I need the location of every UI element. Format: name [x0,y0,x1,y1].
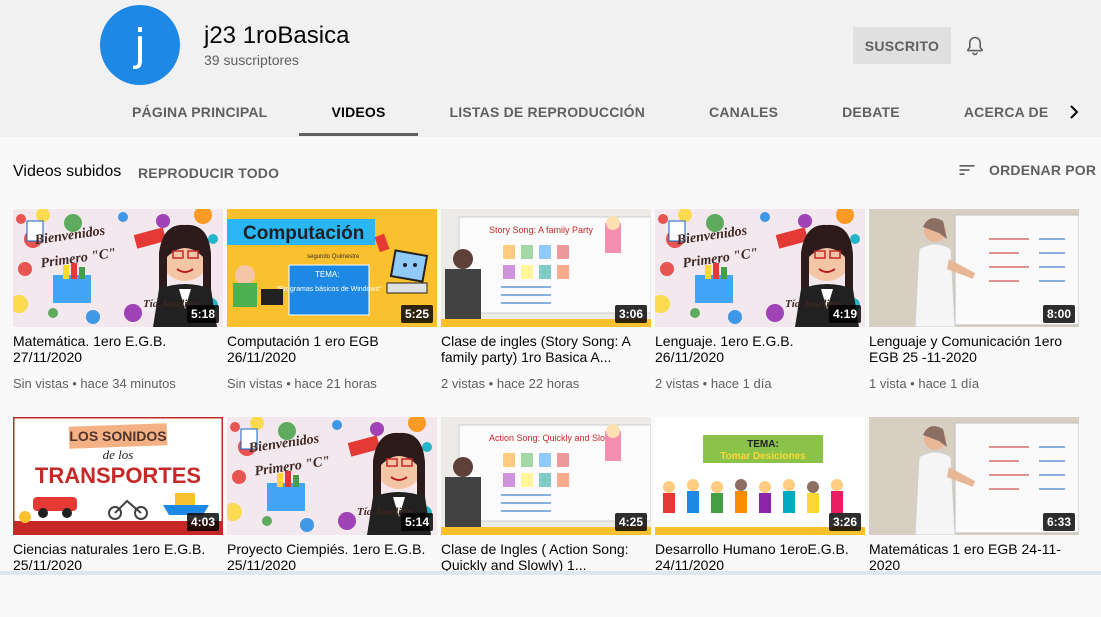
bell-icon[interactable] [963,34,987,58]
section-title: Videos subidos [13,163,122,180]
video-duration: 5:25 [400,305,433,323]
video-title[interactable]: Desarrollo Humano 1eroE.G.B. 24/11/2020 [655,541,865,573]
video-duration: 6:33 [1042,513,1075,531]
video-thumbnail[interactable]: 8:00 [869,209,1079,327]
video-title[interactable]: Computación 1 ero EGB 26/11/2020 [227,333,437,365]
video-title[interactable]: Clase de Ingles ( Action Song: Quickly a… [441,541,651,573]
video-duration: 4:25 [614,513,647,531]
tab-videos[interactable]: VIDEOS [299,88,418,136]
video-thumbnail[interactable]: Computación segundo Quimestre TEMA: "Pro… [227,209,437,327]
video-duration: 3:06 [614,305,647,323]
video-meta: 2 vistas • hace 22 horas [441,376,580,391]
bottom-strip [0,571,1101,575]
sort-icon [959,165,975,175]
play-all-button[interactable]: REPRODUCIR TODO [138,165,279,181]
tab-debate[interactable]: DEBATE [810,88,932,136]
video-title[interactable]: Lenguaje y Comunicación 1ero EGB 25 -11-… [869,333,1079,365]
video-title[interactable]: Clase de ingles (Story Song: A family pa… [441,333,651,365]
video-thumbnail[interactable]: Story Song: A family Party 3:06 [441,209,651,327]
video-card[interactable]: 8:00 Lenguaje y Comunicación 1ero EGB 25… [869,209,1079,409]
video-thumbnail[interactable]: Bienvenidos Primero "C" Tía Joseline 5:1… [227,417,437,535]
thumb-text-3: TRANSPORTES [35,463,201,488]
video-card[interactable]: Bienvenidos Primero "C" Tía Joseline 4:1… [655,209,865,409]
subscriber-count: 39 suscriptores [204,52,299,68]
video-meta: Sin vistas • hace 21 horas [227,376,377,391]
video-title[interactable]: Matemáticas 1 ero EGB 24-11-2020 [869,541,1079,573]
thumb-text-3: TEMA: [315,270,339,279]
video-thumbnail[interactable]: Bienvenidos Primero "C" Tía Joseline 4:1… [655,209,865,327]
tab-listas-de-reproducción[interactable]: LISTAS DE REPRODUCCIÓN [418,88,678,136]
video-meta: Sin vistas • hace 34 minutos [13,376,176,391]
video-duration: 4:19 [828,305,861,323]
thumb-text-1: LOS SONIDOS [69,428,166,444]
video-meta: 2 vistas • hace 1 día [655,376,772,391]
video-duration: 4:03 [186,513,219,531]
video-card[interactable]: Bienvenidos Primero "C" Tía Joseline 5:1… [13,209,223,409]
video-title[interactable]: Ciencias naturales 1ero E.G.B. 25/11/202… [13,541,223,573]
thumb-text-2: Tomar Desiciones [720,451,806,462]
channel-name: j23 1roBasica [204,22,350,49]
thumb-text-1: Computación [243,223,364,244]
channel-tabs: PÁGINA PRINCIPAL VIDEOS LISTAS DE REPRODUC… [100,88,1080,136]
tab-canales[interactable]: CANALES [677,88,810,136]
video-thumbnail[interactable]: TEMA: Tomar Desiciones 3:26 [655,417,865,535]
thumb-text-2: de los [103,447,134,462]
thumb-text-4: "Programas básicos de Windows" [277,286,382,293]
subscribed-button[interactable]: SUSCRITO [853,27,951,64]
channel-avatar[interactable]: j [100,5,180,85]
video-duration: 8:00 [1042,305,1075,323]
video-duration: 5:18 [186,305,219,323]
video-card[interactable]: 6:33 Matemáticas 1 ero EGB 24-11-2020 [869,417,1079,617]
video-card[interactable]: LOS SONIDOS de los TRANSPORTES 4:03 Cien… [13,417,223,617]
video-card[interactable]: Story Song: A family Party 3:06 Clase de… [441,209,651,409]
video-card[interactable]: Computación segundo Quimestre TEMA: "Pro… [227,209,437,409]
video-title[interactable]: Matemática. 1ero E.G.B. 27/11/2020 [13,333,223,365]
video-thumbnail[interactable]: Bienvenidos Primero "C" Tía Joseline 5:1… [13,209,223,327]
video-card[interactable]: Bienvenidos Primero "C" Tía Joseline 5:1… [227,417,437,617]
video-card[interactable]: Action Song: Quickly and Slowly 4:25 Cla… [441,417,651,617]
thumb-text-2: segundo Quimestre [307,254,360,260]
video-thumbnail[interactable]: 6:33 [869,417,1079,535]
sort-button[interactable]: ORDENAR POR [957,160,1096,180]
video-thumbnail[interactable]: Action Song: Quickly and Slowly 4:25 [441,417,651,535]
video-card[interactable]: TEMA: Tomar Desiciones 3:26 Desarrollo H… [655,417,865,617]
sort-label: ORDENAR POR [989,162,1097,178]
tab-acerca-de[interactable]: ACERCA DE [932,88,1081,136]
video-title[interactable]: Proyecto Ciempiés. 1ero E.G.B. 25/11/202… [227,541,437,573]
video-meta: 1 vista • hace 1 día [869,376,980,391]
thumb-text-1: Story Song: A family Party [489,225,594,235]
chevron-right-icon[interactable] [1062,100,1086,124]
video-title[interactable]: Lenguaje. 1ero E.G.B. 26/11/2020 [655,333,865,365]
thumb-text-1: Action Song: Quickly and Slowly [489,433,619,443]
thumb-text-1: TEMA: [747,439,779,450]
video-thumbnail[interactable]: LOS SONIDOS de los TRANSPORTES 4:03 [13,417,223,535]
tab-página-principal[interactable]: PÁGINA PRINCIPAL [100,88,299,136]
video-duration: 5:14 [400,513,433,531]
video-duration: 3:26 [828,513,861,531]
channel-header: j j23 1roBasica 39 suscriptores SUSCRITO… [0,0,1101,137]
